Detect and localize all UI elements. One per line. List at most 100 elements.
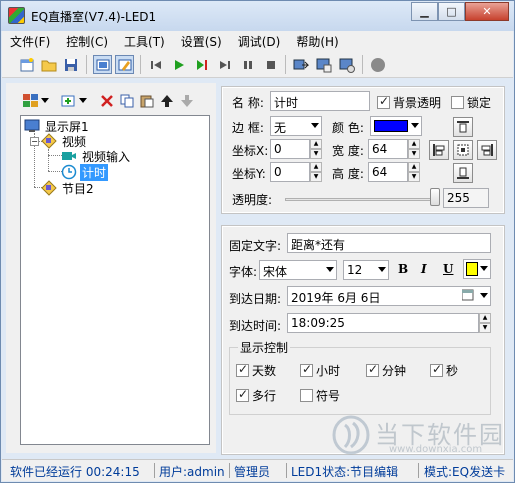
layout-grid-icon[interactable]: [22, 92, 40, 110]
play-icon[interactable]: [169, 55, 188, 74]
time-stepper[interactable]: ▲ ▼: [479, 313, 491, 333]
lock-checkbox[interactable]: 锁定: [451, 94, 491, 111]
screen-lock-icon[interactable]: [337, 55, 356, 74]
open-folder-icon[interactable]: [39, 55, 58, 74]
stop-icon[interactable]: [261, 55, 280, 74]
title-bar[interactable]: EQ直播室(V7.4)-LED1 ▁ □ ✕: [1, 1, 514, 31]
x-input[interactable]: 0: [270, 139, 310, 159]
align-left-icon[interactable]: [429, 140, 449, 160]
x-stepper[interactable]: ▲ ▼: [310, 139, 322, 159]
menu-help[interactable]: 帮助(H): [288, 31, 346, 51]
watermark-url: www.downxia.com: [389, 444, 483, 455]
y-input[interactable]: 0: [270, 162, 310, 182]
send-icon[interactable]: [291, 55, 310, 74]
align-right-icon[interactable]: [477, 140, 497, 160]
program-icon: [41, 133, 57, 149]
font-label: 字体:: [229, 265, 258, 279]
new-icon[interactable]: [17, 55, 36, 74]
status-mode: 模式:EQ发送卡: [424, 465, 506, 479]
fixed-text-label: 固定文字:: [229, 239, 282, 253]
checkbox-box: [366, 362, 379, 377]
tree-label-timer: 计时: [80, 163, 109, 181]
menu-control[interactable]: 控制(C): [58, 31, 116, 51]
menu-bar: 文件(F) 控制(C) 工具(T) 设置(S) 调试(D) 帮助(H): [2, 31, 513, 51]
move-up-icon[interactable]: [158, 92, 176, 110]
seconds-checkbox[interactable]: 秒: [430, 362, 458, 379]
multiline-checkbox[interactable]: 多行: [236, 387, 276, 404]
align-top-icon[interactable]: [453, 117, 473, 137]
move-down-icon[interactable]: [178, 92, 196, 110]
minutes-checkbox[interactable]: 分钟: [366, 362, 406, 379]
save-icon[interactable]: [61, 55, 80, 74]
last-icon[interactable]: [215, 55, 234, 74]
checkbox-box: [236, 362, 249, 377]
date-picker[interactable]: 2019年 6月 6日: [287, 286, 491, 306]
menu-debug[interactable]: 调试(D): [230, 31, 289, 51]
tree-collapse-toggle[interactable]: −: [30, 137, 39, 146]
tree-node-program2[interactable]: 节目2: [41, 180, 96, 196]
name-field[interactable]: 计时: [270, 91, 370, 111]
name-label: 名 称:: [232, 96, 264, 110]
y-stepper[interactable]: ▲ ▼: [310, 162, 322, 182]
fixed-text-field[interactable]: 距离*还有: [287, 233, 491, 253]
time-input[interactable]: 18:09:25: [287, 313, 479, 333]
sign-checkbox[interactable]: 符号: [300, 387, 340, 404]
status-led-state: LED1状态:节目编辑: [291, 465, 399, 479]
font-select[interactable]: 宋体: [259, 260, 337, 280]
tree-node-timer[interactable]: 计时: [61, 163, 109, 181]
x-label: 坐标X:: [232, 144, 269, 158]
bold-button[interactable]: B: [398, 262, 408, 276]
height-label: 高 度:: [332, 167, 364, 181]
tree-label-program2: 节目2: [62, 181, 94, 196]
time-label: 到达时间:: [229, 319, 282, 333]
menu-tools[interactable]: 工具(T): [116, 31, 173, 51]
display-control-group: 显示控制 天数 小时 分钟 秒 多行 符号: [229, 339, 491, 415]
copy-icon[interactable]: [118, 92, 136, 110]
date-label: 到达日期:: [229, 292, 282, 306]
align-center-icon[interactable]: [453, 140, 473, 160]
edit-mode-icon[interactable]: [93, 55, 112, 74]
record-icon[interactable]: [368, 55, 387, 74]
menu-settings[interactable]: 设置(S): [173, 31, 230, 51]
watermark-logo-icon: [332, 415, 370, 455]
height-stepper[interactable]: ▲ ▼: [408, 162, 420, 182]
close-button[interactable]: ✕: [465, 2, 509, 21]
border-select[interactable]: 无: [270, 116, 322, 136]
display-control-title: 显示控制: [238, 339, 291, 356]
days-checkbox[interactable]: 天数: [236, 362, 276, 379]
first-icon[interactable]: [146, 55, 165, 74]
delete-icon[interactable]: [98, 92, 116, 110]
pause-icon[interactable]: [238, 55, 257, 74]
properties-group: 名 称: 计时 背景透明 锁定 边 框: 无 颜 色: 坐标X: 0 ▲▼ 宽 …: [221, 86, 505, 214]
height-input[interactable]: 64: [368, 162, 408, 182]
status-user: 用户:admin: [159, 465, 225, 479]
underline-button[interactable]: U: [443, 262, 453, 276]
chevron-down-icon[interactable]: [79, 92, 87, 110]
border-color-picker[interactable]: [370, 116, 422, 136]
add-item-icon[interactable]: [60, 92, 78, 110]
width-stepper[interactable]: ▲ ▼: [408, 139, 420, 159]
bg-transparent-checkbox[interactable]: 背景透明: [377, 94, 441, 111]
checkbox-box: [451, 96, 464, 109]
status-role: 管理员: [234, 465, 271, 479]
checkbox-box: [430, 362, 443, 377]
status-bar: 软件已经运行 00:24:15 用户:admin 管理员 LED1状态:节目编辑…: [2, 459, 513, 481]
menu-file[interactable]: 文件(F): [2, 31, 58, 51]
width-input[interactable]: 64: [368, 139, 408, 159]
italic-button[interactable]: I: [421, 262, 427, 276]
minimize-button[interactable]: ▁: [411, 2, 438, 21]
maximize-button[interactable]: □: [438, 2, 465, 21]
text-color-picker[interactable]: [463, 259, 491, 279]
hours-checkbox[interactable]: 小时: [300, 362, 340, 379]
play-step-icon[interactable]: [192, 55, 211, 74]
paste-icon[interactable]: [138, 92, 156, 110]
watermark: 当下软件园 www.downxia.com: [331, 413, 513, 457]
opacity-value: 255: [443, 188, 489, 208]
opacity-slider-thumb[interactable]: [430, 188, 440, 206]
screen-settings-icon[interactable]: [314, 55, 333, 74]
font-size-select[interactable]: 12: [343, 260, 389, 280]
preview-mode-icon[interactable]: [115, 55, 134, 74]
chevron-down-icon[interactable]: [41, 92, 49, 110]
align-bottom-icon[interactable]: [453, 163, 473, 183]
tree-node-video-input[interactable]: 视频输入: [61, 148, 132, 164]
